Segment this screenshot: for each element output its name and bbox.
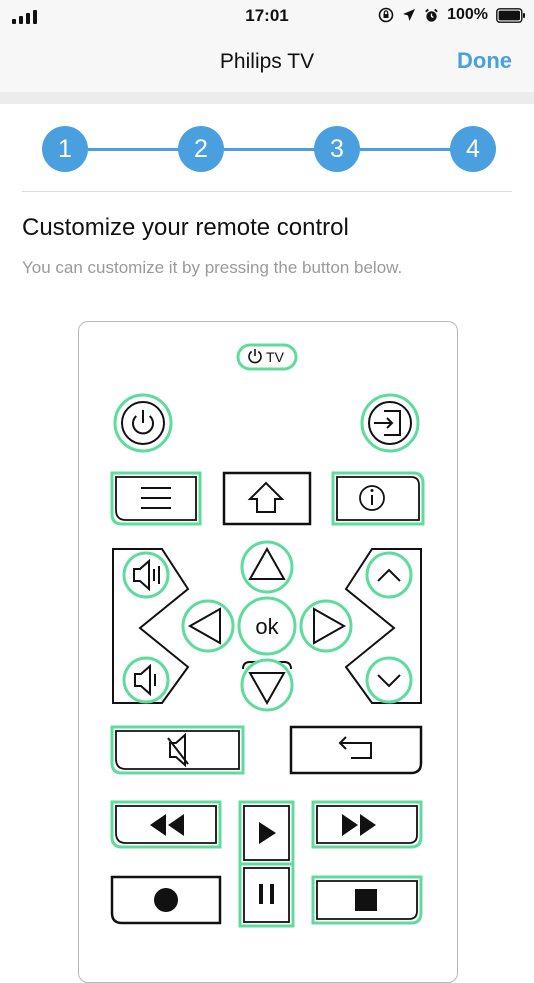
left-button[interactable] xyxy=(181,599,235,653)
rewind-button[interactable] xyxy=(110,800,222,849)
tv-label: TV xyxy=(266,349,285,365)
up-button[interactable] xyxy=(240,540,294,594)
record-icon xyxy=(154,888,178,912)
remote-buttons: TV ok xyxy=(110,343,425,928)
volume-down-button[interactable] xyxy=(122,656,170,704)
stop-button[interactable] xyxy=(311,875,423,925)
tv-power-button[interactable]: TV xyxy=(236,343,298,371)
play-button[interactable] xyxy=(238,800,295,866)
back-button[interactable] xyxy=(289,725,423,775)
volume-up-button[interactable] xyxy=(122,551,170,599)
mute-button[interactable] xyxy=(110,725,245,775)
channel-down-button[interactable] xyxy=(365,656,413,704)
fast-forward-button[interactable] xyxy=(311,800,423,849)
right-button[interactable] xyxy=(299,599,353,653)
record-button[interactable] xyxy=(110,875,222,925)
stop-icon xyxy=(355,889,377,911)
menu-button[interactable] xyxy=(110,471,202,526)
ok-label: ok xyxy=(255,614,279,639)
down-button[interactable] xyxy=(240,658,294,712)
input-button[interactable] xyxy=(360,393,420,453)
ok-button[interactable]: ok xyxy=(237,596,297,656)
home-button[interactable] xyxy=(222,471,312,526)
pause-button[interactable] xyxy=(238,862,295,928)
power-button[interactable] xyxy=(113,393,173,453)
channel-up-button[interactable] xyxy=(365,551,413,599)
info-button[interactable] xyxy=(331,471,425,526)
